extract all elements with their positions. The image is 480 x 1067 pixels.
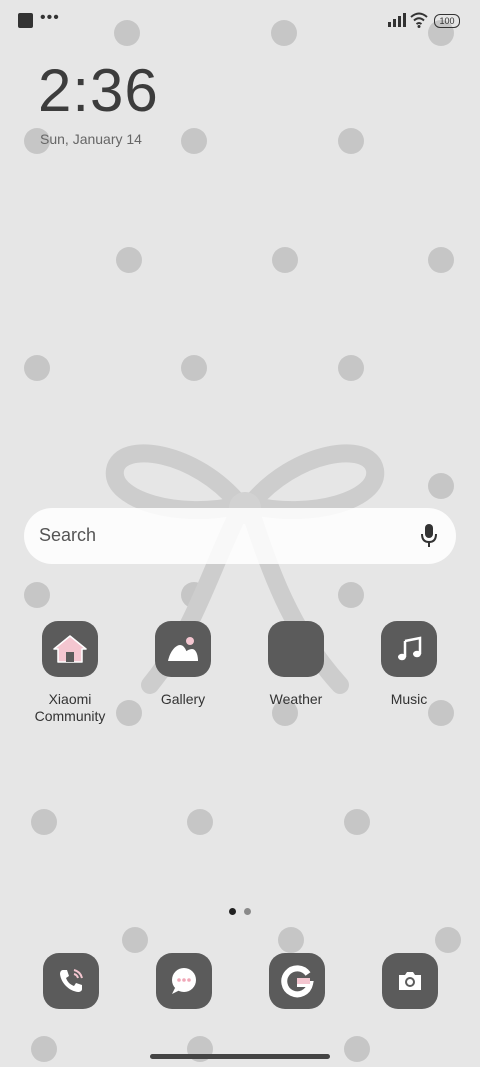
music-note-icon (398, 636, 422, 661)
app-label: Gallery (160, 691, 206, 707)
chat-bubble-icon (172, 968, 196, 994)
dock-messages[interactable] (156, 953, 212, 1009)
page-dot[interactable] (244, 908, 251, 915)
home-gesture-bar[interactable] (150, 1054, 330, 1059)
app-icon-tile[interactable] (381, 621, 437, 677)
search-placeholder: Search (39, 525, 97, 545)
app-xiaomi-community[interactable]: Xiaomi Community (15, 621, 125, 725)
dock-camera[interactable] (382, 953, 438, 1009)
app-music[interactable]: Music (354, 621, 464, 708)
page-dot-active[interactable] (229, 908, 236, 915)
app-icon-tile[interactable] (42, 621, 98, 677)
app-icon-tile[interactable] (155, 621, 211, 677)
gallery-icon (168, 637, 198, 661)
dock-google[interactable] (269, 953, 325, 1009)
microphone-icon[interactable] (420, 523, 438, 549)
page-indicator[interactable] (0, 908, 480, 916)
notification-icon (18, 13, 33, 28)
cellular-signal-icon (388, 13, 406, 27)
dock-phone[interactable] (43, 953, 99, 1009)
clock-date[interactable]: Sun, January 14 (40, 131, 142, 147)
weather-icon[interactable] (268, 621, 324, 677)
app-label: Music (390, 691, 428, 707)
battery-indicator: 100 (434, 14, 460, 28)
phone-icon (60, 969, 83, 992)
app-label: Xiaomi Community (34, 691, 106, 724)
app-gallery[interactable]: Gallery (128, 621, 238, 708)
more-notifications-icon: ••• (40, 9, 60, 26)
search-bar[interactable]: Search (24, 508, 456, 564)
home-icon (53, 635, 87, 663)
camera-icon (399, 972, 421, 990)
google-g-icon (281, 965, 314, 998)
status-bar: ••• 100 (0, 0, 480, 40)
app-weather[interactable]: Weather (241, 621, 351, 708)
wifi-icon (410, 12, 428, 28)
clock-time[interactable]: 2:36 (38, 56, 159, 125)
app-label: Weather (269, 691, 323, 707)
